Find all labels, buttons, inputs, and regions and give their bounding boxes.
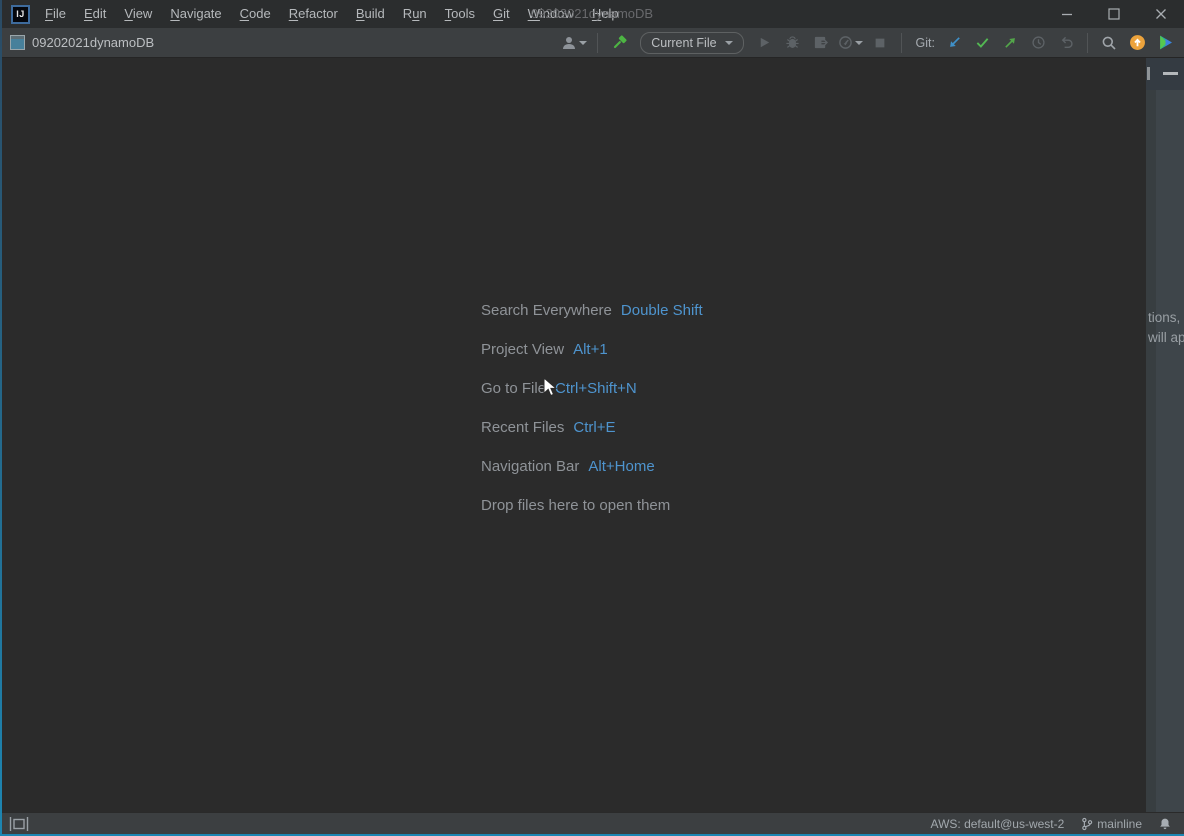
- coverage-icon: [838, 35, 853, 50]
- notification-strip: tions, will ap: [1146, 58, 1184, 812]
- profile-selector[interactable]: [561, 35, 587, 51]
- menu-refactor[interactable]: Refactor: [280, 0, 347, 28]
- hint-go-to-file: Go to FileCtrl+Shift+N: [481, 369, 703, 408]
- toolbar-separator: [1087, 33, 1088, 53]
- notifications-bell-icon[interactable]: [1158, 817, 1172, 831]
- menu-run[interactable]: Run: [394, 0, 436, 28]
- window-title: 09202021dynamoDB: [531, 0, 653, 28]
- hint-recent-files: Recent FilesCtrl+E: [481, 408, 703, 447]
- mouse-cursor: [543, 377, 558, 398]
- branch-name: mainline: [1097, 817, 1142, 831]
- run-config-selector[interactable]: Current File: [640, 32, 743, 54]
- notification-header: [1146, 58, 1184, 90]
- menu-tools[interactable]: Tools: [436, 0, 484, 28]
- hint-drop-files: Drop files here to open them: [481, 486, 703, 525]
- clipped-notification-text: will ap: [1148, 330, 1184, 345]
- app-logo-icon: IJ: [11, 5, 30, 24]
- run-icon[interactable]: [754, 32, 776, 54]
- status-bar: AWS: default@us-west-2 mainline: [0, 812, 1184, 834]
- build-hammer-icon[interactable]: [608, 32, 630, 54]
- profiler-icon[interactable]: [810, 32, 832, 54]
- menu-navigate[interactable]: Navigate: [161, 0, 230, 28]
- update-available-icon[interactable]: [1126, 32, 1148, 54]
- menu-git[interactable]: Git: [484, 0, 519, 28]
- search-everywhere-icon[interactable]: [1098, 32, 1120, 54]
- empty-editor-hints: Search EverywhereDouble Shift Project Vi…: [481, 291, 703, 525]
- toolbar-separator: [901, 33, 902, 53]
- git-push-icon[interactable]: [999, 32, 1021, 54]
- git-history-icon[interactable]: [1027, 32, 1049, 54]
- git-branch-widget[interactable]: mainline: [1080, 817, 1142, 831]
- menu-file[interactable]: File: [36, 0, 75, 28]
- title-bar: IJ File Edit View Navigate Code Refactor…: [0, 0, 1184, 28]
- main-area: Search EverywhereDouble Shift Project Vi…: [0, 58, 1184, 812]
- main-toolbar: 09202021dynamoDB Current: [0, 28, 1184, 58]
- git-commit-icon[interactable]: [971, 32, 993, 54]
- git-rollback-icon[interactable]: [1055, 32, 1077, 54]
- chevron-down-icon: [855, 41, 863, 45]
- chevron-down-icon: [725, 41, 733, 45]
- project-icon: [10, 35, 25, 50]
- stop-icon[interactable]: [869, 32, 891, 54]
- menu-edit[interactable]: Edit: [75, 0, 115, 28]
- minimize-button[interactable]: [1043, 0, 1090, 28]
- chevron-down-icon: [579, 41, 587, 45]
- hide-icon[interactable]: [1163, 72, 1178, 75]
- profile-icon: [561, 35, 577, 51]
- close-button[interactable]: [1137, 0, 1184, 28]
- menu-code[interactable]: Code: [231, 0, 280, 28]
- coverage-selector[interactable]: [838, 35, 863, 50]
- ide-window: IJ File Edit View Navigate Code Refactor…: [0, 0, 1184, 836]
- project-name[interactable]: 09202021dynamoDB: [32, 35, 154, 50]
- git-update-icon[interactable]: [943, 32, 965, 54]
- menu-view[interactable]: View: [115, 0, 161, 28]
- toolbar-separator: [597, 33, 598, 53]
- hint-search-everywhere: Search EverywhereDouble Shift: [481, 291, 703, 330]
- toolwindow-toggle-icon[interactable]: [9, 817, 29, 831]
- debug-icon[interactable]: [782, 32, 804, 54]
- clipped-icon: [1147, 67, 1150, 80]
- maximize-button[interactable]: [1090, 0, 1137, 28]
- menu-build[interactable]: Build: [347, 0, 394, 28]
- git-section-label: Git:: [916, 36, 935, 50]
- window-controls: [1043, 0, 1184, 28]
- aws-status[interactable]: AWS: default@us-west-2: [931, 817, 1065, 831]
- hint-navigation-bar: Navigation BarAlt+Home: [481, 447, 703, 486]
- clipped-notification-text: tions,: [1148, 310, 1180, 325]
- branch-icon: [1080, 817, 1094, 831]
- run-config-label: Current File: [651, 36, 716, 50]
- plugin-icon[interactable]: [1154, 32, 1176, 54]
- hint-project-view: Project ViewAlt+1: [481, 330, 703, 369]
- editor-area[interactable]: Search EverywhereDouble Shift Project Vi…: [0, 58, 1146, 812]
